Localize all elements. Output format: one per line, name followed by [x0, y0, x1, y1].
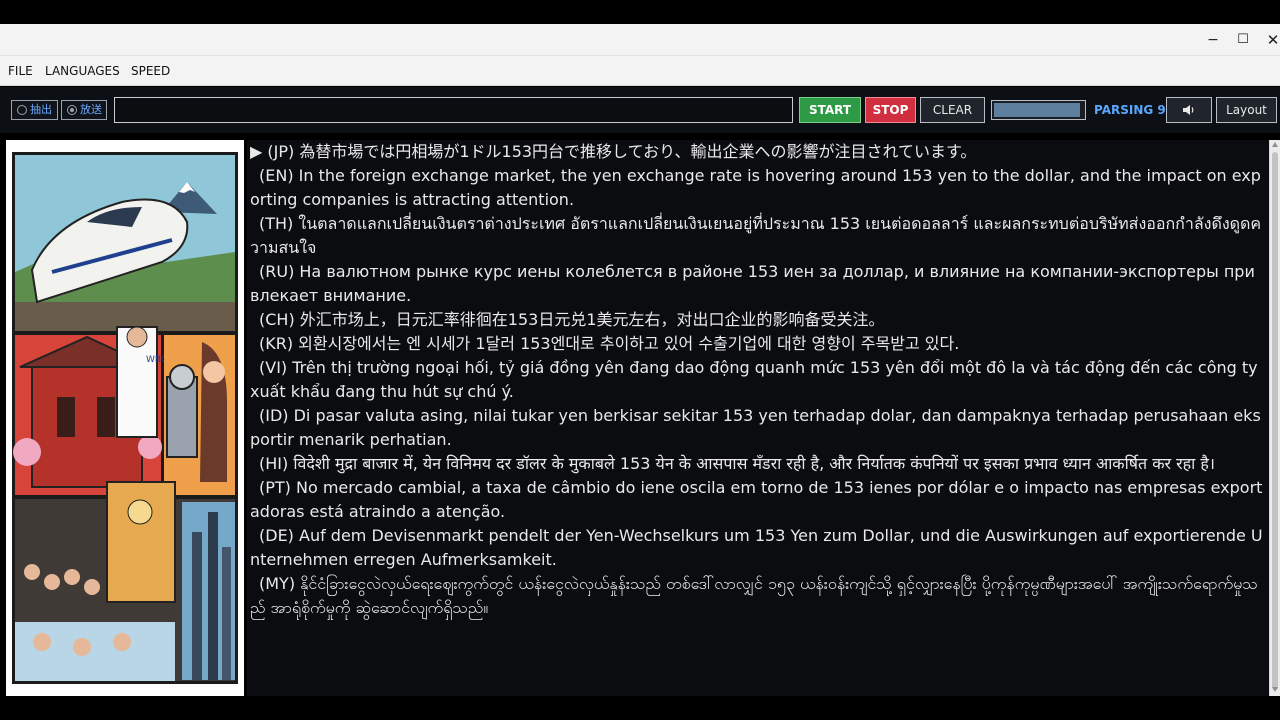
radio-dot-icon	[17, 105, 27, 115]
stop-button[interactable]: STOP	[865, 97, 916, 123]
transcript-text: (ID) Di pasar valuta asing, nilai tukar …	[250, 406, 1261, 449]
transcript-text: (MY) နိုင်ငံခြားငွေလဲလှယ်ရေးဈေးကွက်တွင် …	[250, 574, 1258, 617]
transcript-text: (VI) Trên thị trường ngoại hối, tỷ giá đ…	[250, 358, 1258, 401]
transcript-text: (KR) 외환시장에서는 엔 시세가 1달러 153엔대로 추이하고 있어 수출…	[259, 334, 960, 353]
app-window: − ☐ ✕ FILE LANGUAGES SPEED 抽出 放送 START S…	[0, 0, 1280, 720]
minimize-button[interactable]: −	[1198, 24, 1228, 56]
progress-fill	[994, 103, 1081, 117]
speaker-icon	[1183, 105, 1194, 115]
text-input[interactable]	[114, 97, 793, 123]
radio-extract-label: 抽出	[30, 103, 52, 116]
transcript-line: (PT) No mercado cambial, a taxa de câmbi…	[247, 476, 1269, 524]
menu-bar: FILE LANGUAGES SPEED	[0, 56, 1280, 86]
play-marker-icon: ▶	[250, 142, 268, 161]
status-text: PARSING 97	[1094, 103, 1175, 117]
close-button[interactable]: ✕	[1258, 24, 1280, 56]
transcript-line: (DE) Auf dem Devisenmarkt pendelt der Ye…	[247, 524, 1269, 572]
progress-bar	[991, 100, 1086, 120]
scroll-up-icon[interactable]	[1272, 142, 1278, 147]
menu-speed[interactable]: SPEED	[131, 56, 170, 86]
transcript-text: (RU) На валютном рынке курс иены колебле…	[250, 262, 1255, 305]
radio-dot-selected-icon	[67, 105, 77, 115]
maximize-button[interactable]: ☐	[1228, 24, 1258, 56]
transcript-area[interactable]: ▶ (JP) 為替市場では円相場が1ドル153円台で推移しており、輸出企業への影…	[247, 140, 1269, 696]
illustration-panel: WBC	[6, 140, 244, 696]
transcript-line: ▶ (JP) 為替市場では円相場が1ドル153円台で推移しており、輸出企業への影…	[247, 140, 1269, 164]
transcript-text: (CH) 外汇市场上，日元汇率徘徊在153日元兑1美元左右，对出口企业的影响备受…	[259, 310, 885, 329]
radio-extract[interactable]: 抽出	[11, 100, 58, 120]
menu-languages[interactable]: LANGUAGES	[45, 56, 120, 86]
transcript-text: (DE) Auf dem Devisenmarkt pendelt der Ye…	[250, 526, 1263, 569]
scroll-thumb[interactable]	[1272, 152, 1278, 690]
title-bar: − ☐ ✕	[0, 24, 1280, 56]
transcript-text: (HI) विदेशी मुद्रा बाजार में, येन विनिमय…	[259, 454, 1215, 473]
transcript-line: (KR) 외환시장에서는 엔 시세가 1달러 153엔대로 추이하고 있어 수출…	[247, 332, 1269, 356]
layout-button[interactable]: Layout	[1216, 97, 1277, 123]
transcript-line: (ID) Di pasar valuta asing, nilai tukar …	[247, 404, 1269, 452]
start-button[interactable]: START	[799, 97, 861, 123]
illustration-image: WBC	[12, 152, 238, 684]
transcript-text: (JP) 為替市場では円相場が1ドル153円台で推移しており、輸出企業への影響が…	[267, 142, 977, 161]
transcript-line: (CH) 外汇市场上，日元汇率徘徊在153日元兑1美元左右，对出口企业的影响备受…	[247, 308, 1269, 332]
menu-file[interactable]: FILE	[8, 56, 33, 86]
scroll-down-icon[interactable]	[1272, 687, 1278, 692]
transcript-line: (HI) विदेशी मुद्रा बाजार में, येन विनिमय…	[247, 452, 1269, 476]
radio-broadcast[interactable]: 放送	[61, 100, 107, 120]
transcript-text: (TH) ในตลาดแลกเปลี่ยนเงินตราต่างประเทศ อ…	[250, 214, 1262, 257]
transcript-line: (MY) နိုင်ငံခြားငွေလဲလှယ်ရေးဈေးကွက်တွင် …	[247, 572, 1269, 620]
transcript-line: (VI) Trên thị trường ngoại hối, tỷ giá đ…	[247, 356, 1269, 404]
transcript-text: (PT) No mercado cambial, a taxa de câmbi…	[250, 478, 1263, 521]
clear-button[interactable]: CLEAR	[920, 97, 985, 123]
sound-button[interactable]	[1166, 97, 1212, 123]
transcript-line: (RU) На валютном рынке курс иены колебле…	[247, 260, 1269, 308]
toolbar: 抽出 放送 START STOP CLEAR PARSING 97 Layout	[0, 87, 1280, 133]
transcript-line: (EN) In the foreign exchange market, the…	[247, 164, 1269, 212]
transcript-scrollbar[interactable]	[1269, 140, 1280, 696]
transcript-line: (TH) ในตลาดแลกเปลี่ยนเงินตราต่างประเทศ อ…	[247, 212, 1269, 260]
radio-broadcast-label: 放送	[80, 103, 102, 116]
transcript-text: (EN) In the foreign exchange market, the…	[250, 166, 1261, 209]
